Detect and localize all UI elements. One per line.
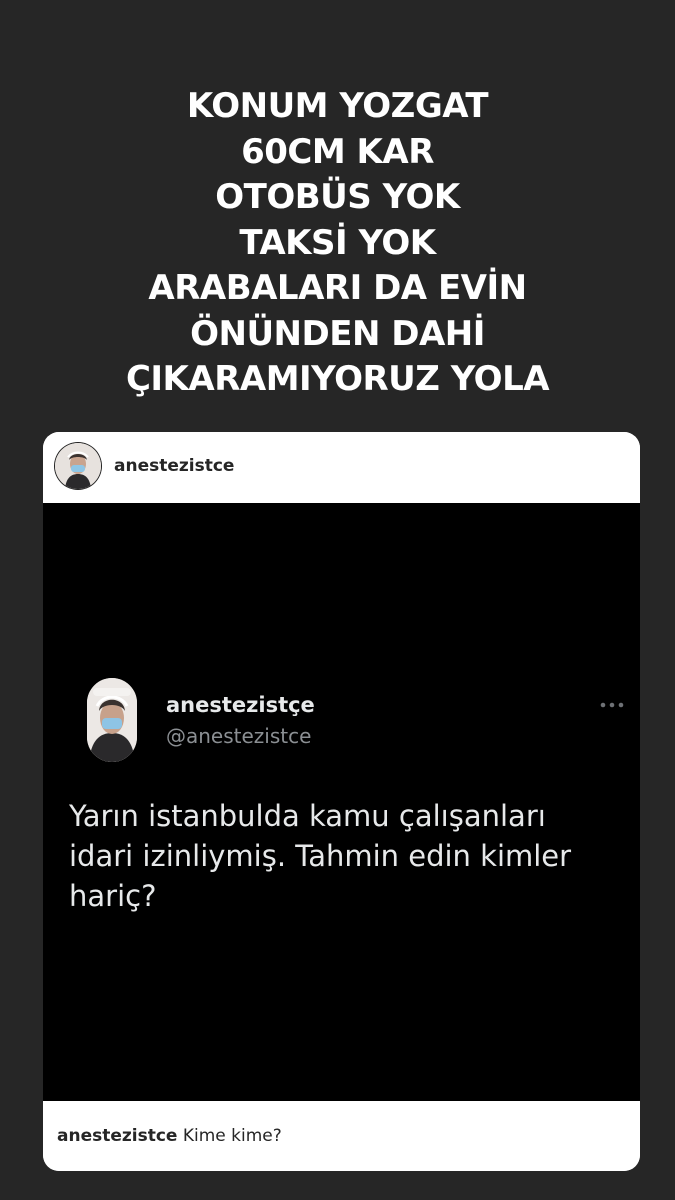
post-author-avatar[interactable] [55,443,101,489]
tweet-screenshot: anestezistçe @anestezistce Yarın istanbu… [43,503,640,1101]
shared-post-card[interactable]: anestezistce anestezistçe @anestezistce … [43,432,640,1171]
more-horizontal-icon [600,702,624,708]
story-line: ÖNÜNDEN DAHİ [190,313,485,354]
tweet-display-name: anestezistçe [166,693,315,717]
story-line: KONUM YOZGAT [186,86,489,126]
post-caption-bar: anestezistce Kime kime? [43,1101,640,1171]
story-line: ARABALARI DA EVİN [148,268,527,308]
avatar-photo-icon [87,678,137,762]
story-line: 60CM KAR [241,131,434,172]
story-line: OTOBÜS YOK [215,177,460,217]
tweet-author-avatar [87,678,137,762]
caption-username[interactable]: anestezistce [57,1126,177,1146]
story-line: ÇIKARAMIYORUZ YOLA [125,359,550,399]
post-author-username[interactable]: anestezistce [114,456,234,476]
post-caption: anestezistce Kime kime? [57,1126,282,1146]
tweet-text: Yarın istanbulda kamu çalışanları idari … [69,799,572,913]
story-line: TAKSİ YOK [239,222,436,263]
caption-text: Kime kime? [182,1126,282,1146]
post-header: anestezistce [43,432,640,503]
story-text: KONUM YOZGAT 60CM KAR OTOBÜS YOK TAKSİ Y… [0,84,675,403]
tweet-handle: @anestezistce [166,724,312,748]
avatar-photo-icon [55,443,101,489]
